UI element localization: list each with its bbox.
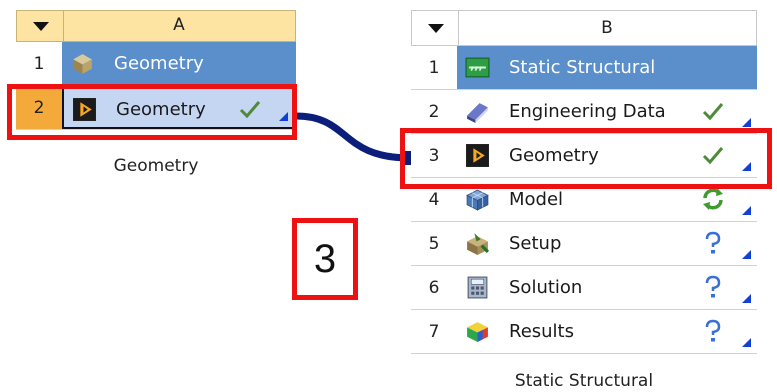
- results-icon: [467, 322, 488, 342]
- cell-label: Geometry: [114, 53, 204, 74]
- row-number: 1: [16, 42, 63, 85]
- system-b-header[interactable]: B: [411, 10, 757, 46]
- highlight-box-system-b-geometry: [400, 128, 772, 189]
- refresh-icon: [703, 188, 723, 210]
- question-icon: [705, 275, 721, 298]
- geometry-cube-icon: [73, 54, 92, 74]
- cell-label: Static Structural: [509, 57, 656, 78]
- system-b-row-7[interactable]: 7 Results: [411, 310, 757, 354]
- system-b-row-5[interactable]: 5 Setup: [411, 222, 757, 266]
- system-a-row-1[interactable]: 1 Geometry: [16, 42, 296, 86]
- question-icon: [705, 319, 721, 342]
- system-b-menu-arrow[interactable]: [412, 11, 459, 45]
- row-number: 7: [411, 310, 458, 353]
- corner-indicator-icon: [742, 250, 751, 259]
- system-a-caption[interactable]: Geometry: [16, 156, 296, 176]
- model-mesh-icon: [466, 189, 489, 211]
- highlight-box-system-a-geometry: [7, 84, 297, 140]
- cell-label: Results: [509, 321, 574, 342]
- row-number: 2: [411, 90, 458, 133]
- corner-indicator-icon: [742, 206, 751, 215]
- corner-indicator-icon: [742, 338, 751, 347]
- system-b-caption[interactable]: Static Structural: [411, 371, 757, 391]
- step-number-badge: 3: [292, 218, 358, 300]
- system-a-column-letter: A: [173, 15, 185, 35]
- row-number: 5: [411, 222, 458, 265]
- system-b-column-letter: B: [601, 18, 613, 38]
- question-icon: [705, 231, 721, 254]
- cell-label: Engineering Data: [509, 101, 666, 122]
- engineering-data-icon: [467, 103, 488, 123]
- system-b-row-6[interactable]: 6 Solution: [411, 266, 757, 310]
- dropdown-triangle-icon: [33, 22, 49, 31]
- static-structural-icon: [465, 57, 490, 78]
- row-number: 6: [411, 266, 458, 309]
- row-number: 1: [411, 46, 458, 89]
- cell-label: Solution: [509, 277, 583, 298]
- cell-label: Setup: [509, 233, 562, 254]
- check-icon: [702, 103, 724, 121]
- setup-icon: [467, 233, 490, 255]
- solution-icon: [467, 276, 488, 299]
- cell-label: Model: [509, 189, 564, 210]
- corner-indicator-icon: [742, 118, 751, 127]
- system-a-header[interactable]: A: [16, 10, 296, 42]
- dropdown-triangle-icon: [428, 24, 444, 33]
- system-a-menu-arrow[interactable]: [17, 11, 64, 41]
- system-b-row-1[interactable]: 1 Static Structural: [411, 46, 757, 90]
- corner-indicator-icon: [742, 294, 751, 303]
